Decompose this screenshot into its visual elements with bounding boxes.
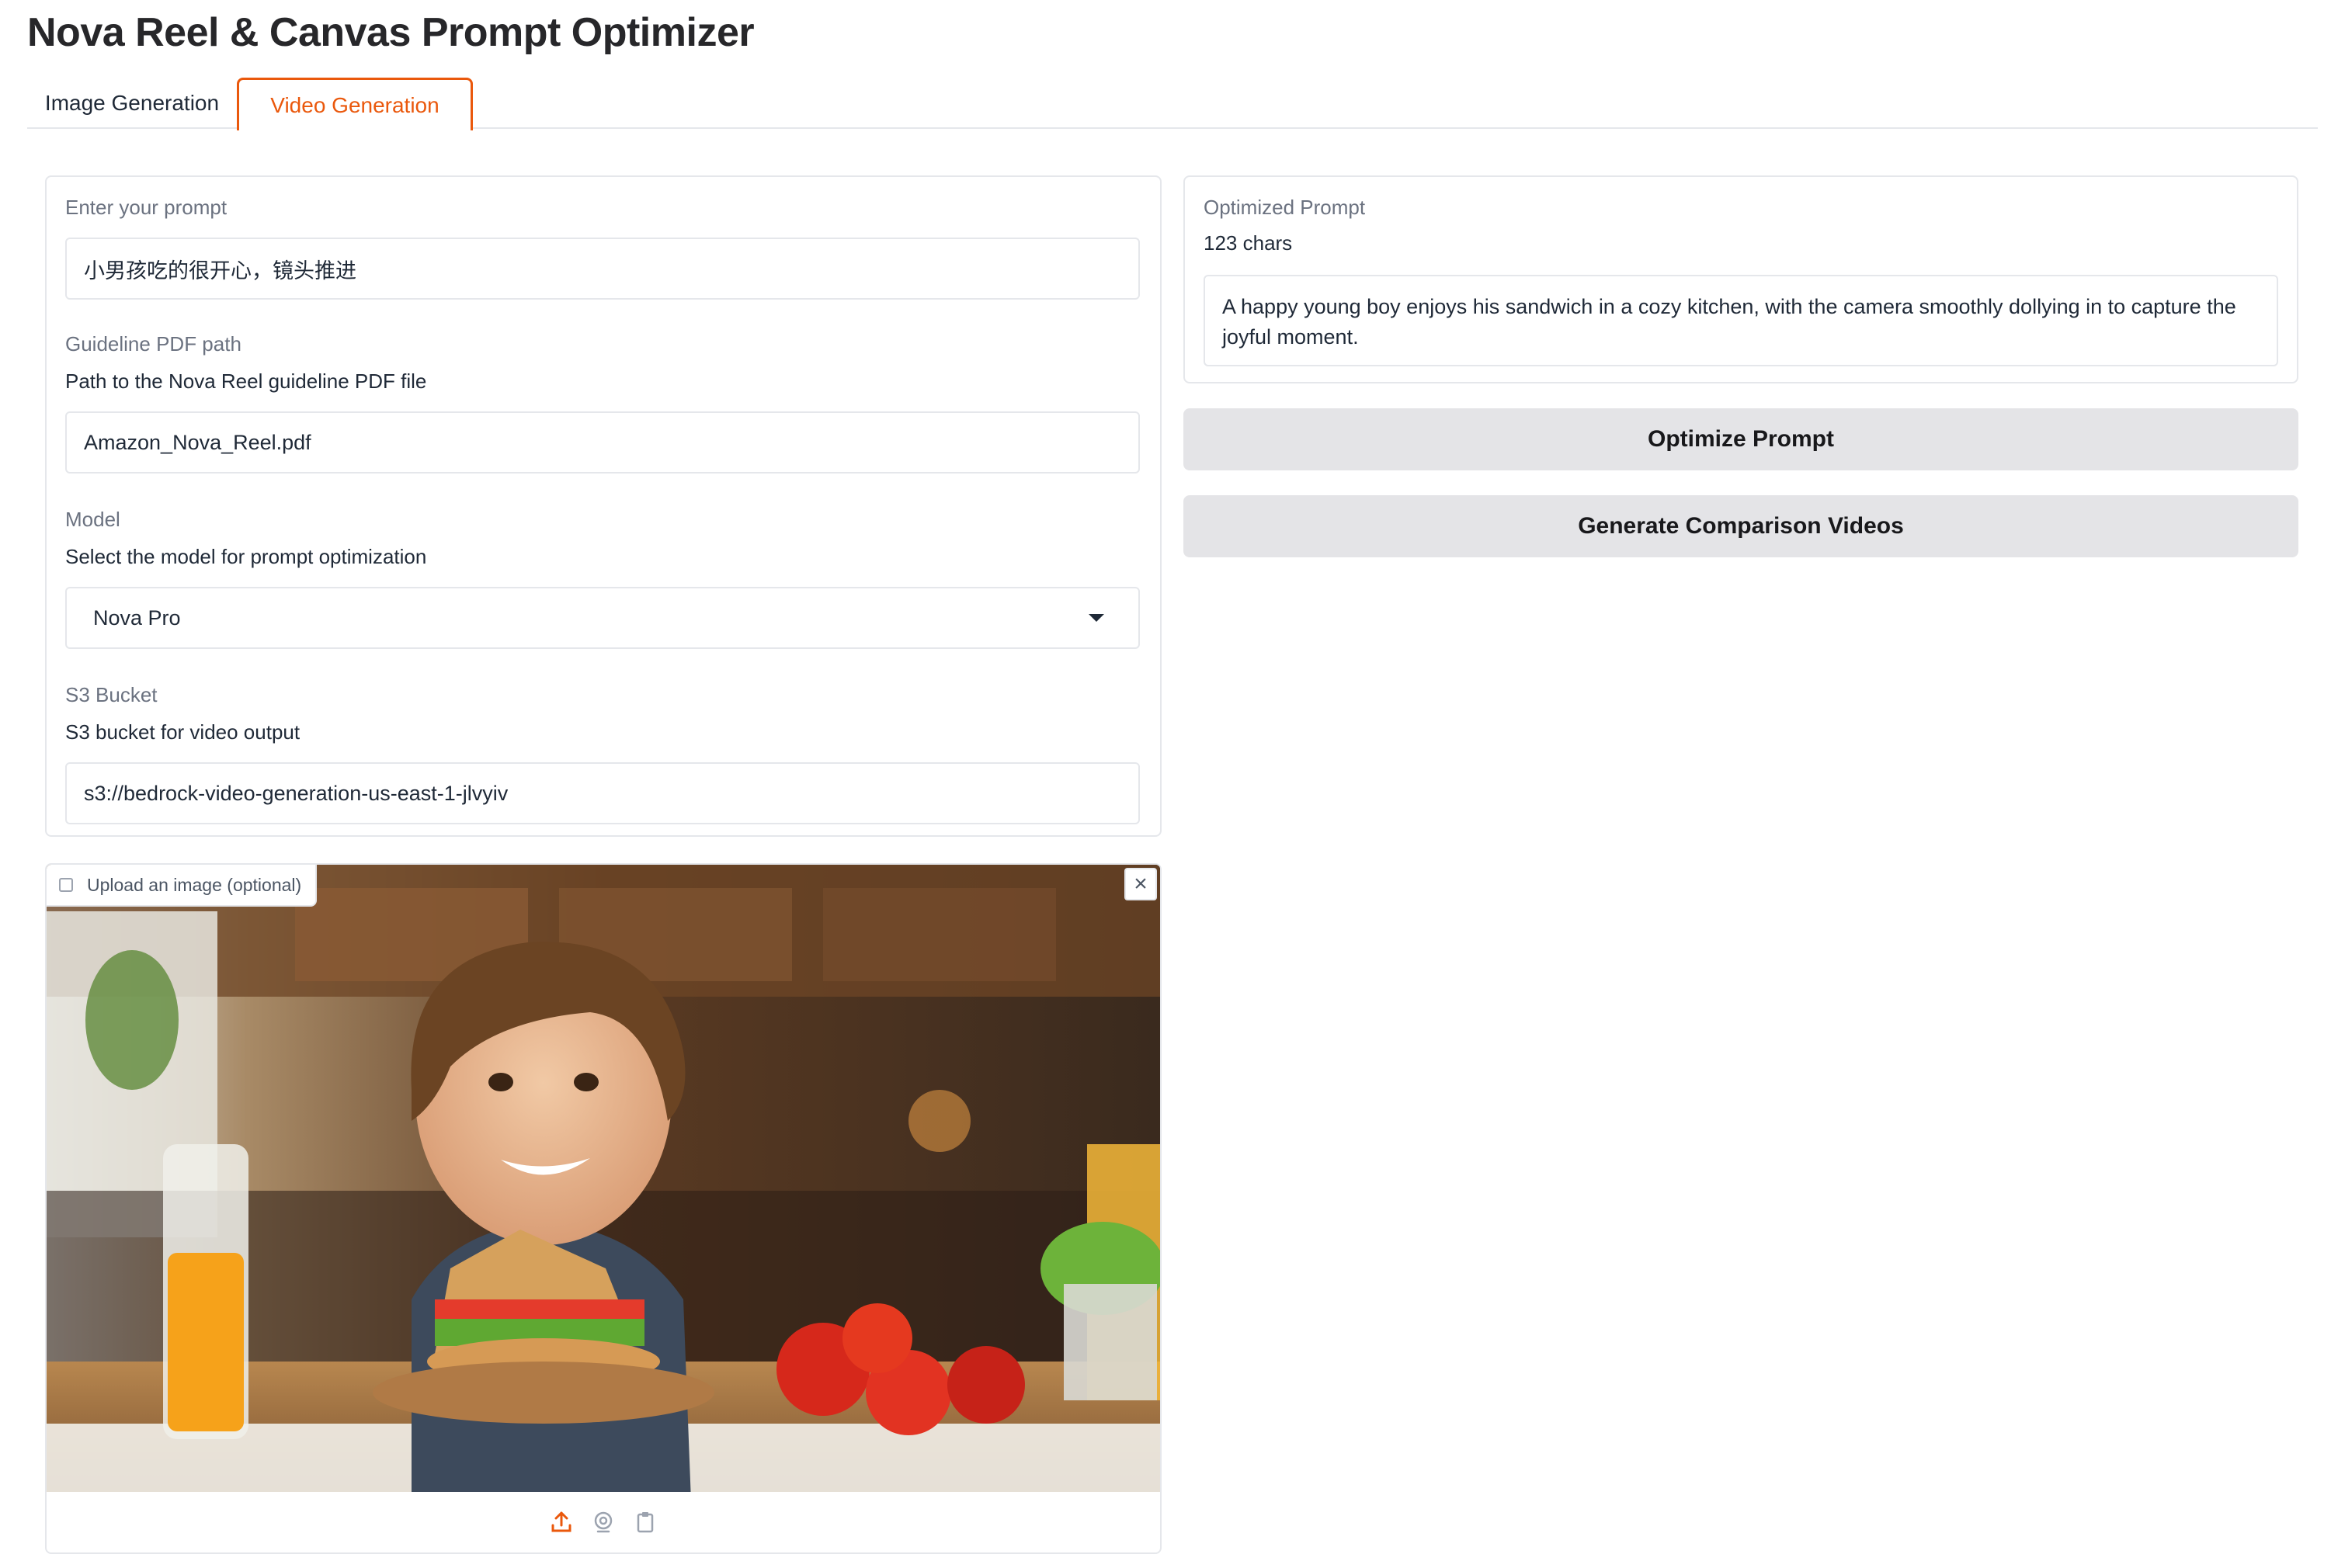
page-title: Nova Reel & Canvas Prompt Optimizer [27,10,755,55]
model-label: Model [65,508,120,531]
tab-image-generation[interactable]: Image Generation [27,78,237,129]
image-upload-label-text: Upload an image (optional) [87,874,302,895]
s3-bucket-info: S3 bucket for video output [65,720,300,744]
uploaded-image [47,865,1160,1492]
s3-bucket-input[interactable]: s3://bedrock-video-generation-us-east-1-… [65,762,1140,824]
image-upload-panel[interactable]: Upload an image (optional) × [45,863,1162,1554]
image-icon [59,878,73,892]
tab-bar: Image Generation Video Generation [27,78,2318,130]
image-upload-label: Upload an image (optional) [47,865,318,907]
webcam-icon[interactable] [591,1510,616,1535]
s3-bucket-label: S3 Bucket [65,683,158,706]
char-count: 123 chars [1204,231,1293,255]
tab-video-generation[interactable]: Video Generation [237,78,473,130]
generate-comparison-videos-button[interactable]: Generate Comparison Videos [1183,495,2298,557]
model-info: Select the model for prompt optimization [65,545,427,568]
close-icon[interactable]: × [1124,868,1157,900]
prompt-input[interactable]: 小男孩吃的很开心，镜头推进 [65,238,1140,300]
optimized-prompt-output[interactable]: A happy young boy enjoys his sandwich in… [1204,275,2278,366]
guideline-label: Guideline PDF path [65,332,241,356]
optimize-prompt-button[interactable]: Optimize Prompt [1183,408,2298,470]
clipboard-icon[interactable] [633,1510,658,1535]
guideline-info: Path to the Nova Reel guideline PDF file [65,369,427,393]
optimized-prompt-label: Optimized Prompt [1204,196,1366,219]
chevron-down-icon [1089,614,1104,622]
guideline-path-input[interactable]: Amazon_Nova_Reel.pdf [65,411,1140,474]
model-selected-value: Nova Pro [93,605,181,630]
input-form-panel: Enter your prompt 小男孩吃的很开心，镜头推进 Guidelin… [45,175,1162,837]
optimized-prompt-panel: Optimized Prompt 123 chars A happy young… [1183,175,2298,383]
model-dropdown[interactable]: Nova Pro [65,587,1140,649]
upload-icon[interactable] [549,1510,574,1535]
image-preview [47,865,1160,1492]
image-source-toolbar [47,1492,1160,1552]
prompt-label: Enter your prompt [65,196,228,219]
